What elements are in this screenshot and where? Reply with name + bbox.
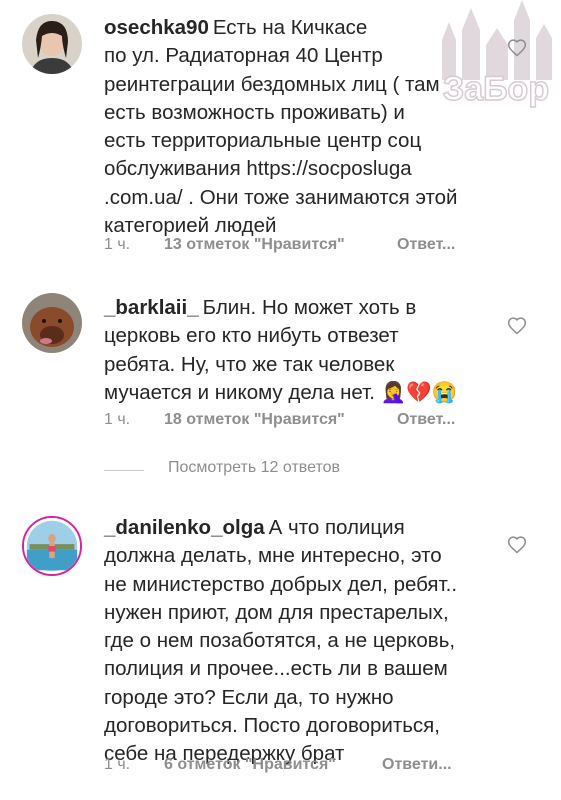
comment-text: osechka90 Есть на Кичкасе по ул. Радиатор… [104, 14, 504, 240]
comment-line: есть территориальные центр соц [104, 129, 422, 153]
comment-line: реинтеграции бездомных лиц ( там [104, 72, 440, 96]
avatar[interactable] [22, 293, 82, 353]
comment-time: 1 ч. [104, 411, 131, 428]
comment-time: 1 ч. [104, 756, 131, 773]
reply-button[interactable]: Ответ... [397, 411, 455, 429]
comment-line: по ул. Радиаторная 40 Центр [104, 44, 383, 68]
reply-button[interactable]: Ответ... [397, 236, 455, 254]
comment-line: должна делать, мне интересно, это [104, 544, 442, 568]
comment-likes[interactable]: 13 отметок "Нравится" [164, 236, 397, 254]
comment-likes[interactable]: 6 отметок "Нравится" [164, 756, 382, 774]
heart-outline-icon[interactable] [507, 316, 527, 336]
comment-line: Есть на Кичкасе [212, 16, 368, 39]
comment-meta: 1 ч. 6 отметок "Нравится" Ответи... [104, 756, 452, 774]
comment-line: категорией людей [104, 214, 277, 238]
comment-text: _barklaii_ Блин. Но может хоть в церковь … [104, 294, 504, 407]
comment-username[interactable]: _barklaii_ [104, 296, 199, 319]
comment-text: _danilenko_olga А что полиция должна дела… [104, 514, 504, 769]
comment-line: полиция и прочее...есть ли в вашем [104, 657, 448, 681]
heart-outline-icon[interactable] [507, 535, 527, 555]
avatar-photo [22, 14, 82, 74]
reply-button[interactable]: Ответи... [382, 756, 452, 774]
comment-line: есть возможность проживать) и [104, 100, 405, 124]
comment-likes[interactable]: 18 отметок "Нравится" [164, 411, 397, 429]
comment-line: договориться. Посто договориться, [104, 714, 440, 738]
replies-divider [104, 470, 144, 471]
avatar[interactable] [22, 14, 82, 74]
comment-username[interactable]: _danilenko_olga [104, 516, 265, 539]
comment-line: .com.ua/ . Они тоже занимаются этой [104, 185, 458, 209]
comment-line: где о нем позаботятся, а не церковь, [104, 629, 456, 653]
comment-line: нужен приют, дом для престарелых, [104, 600, 449, 624]
comment-line: обслуживания https://socposluga [104, 157, 412, 181]
comment-username[interactable]: osechka90 [104, 16, 209, 39]
view-replies-link[interactable]: Посмотреть 12 ответов [168, 459, 340, 477]
comment-line: А что полиция [268, 516, 405, 539]
comment-meta: 1 ч. 13 отметок "Нравится" Ответ... [104, 236, 455, 254]
avatar-photo [22, 293, 82, 353]
avatar[interactable] [22, 516, 82, 576]
comment-meta: 1 ч. 18 отметок "Нравится" Ответ... [104, 411, 455, 429]
comment-line: городе это? Если да, то нужно [104, 685, 394, 709]
comment-line: Блин. Но может хоть в [202, 296, 417, 319]
comment-line: ребята. Ну, что же так человек [104, 352, 395, 376]
heart-outline-icon[interactable] [507, 38, 527, 58]
avatar-photo [24, 518, 80, 574]
comment-line: мучается и никому дела нет. 🤦‍♀️💔😭 [104, 380, 458, 404]
comment-line: церковь его кто нибуть отвезет [104, 324, 399, 348]
comment-line: не министерство добрых дел, ребят.. [104, 572, 458, 596]
comment-time: 1 ч. [104, 236, 131, 253]
